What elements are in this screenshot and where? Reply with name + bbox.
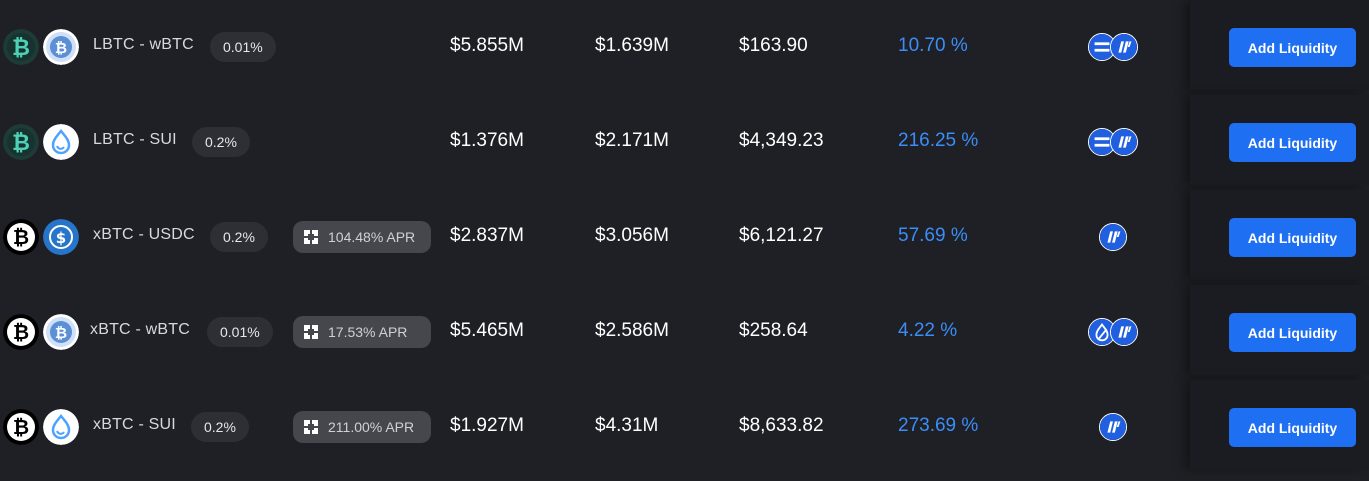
usdc-icon: $ (43, 219, 79, 255)
sui-icon (43, 409, 79, 445)
incentive-apr-badge[interactable]: 17.53% APR (293, 316, 431, 348)
fees-value: $258.64 (739, 320, 808, 341)
xbtc-icon: ₿ (3, 219, 39, 255)
fee-tier-badge: 0.2% (210, 222, 268, 252)
fee-tier-badge: 0.01% (210, 32, 276, 62)
table-row[interactable]: ₿ ₿ LBTC - wBTC 0.01% $5.855M $1.639M $1… (0, 0, 1369, 95)
pair-name: LBTC - SUI (93, 131, 177, 148)
table-row[interactable]: ₿ ₿ xBTC - wBTC 0.01% 17.53% APR $5.465M… (0, 285, 1369, 380)
tvl-value: $5.855M (450, 35, 524, 56)
apr-value: 216.25 % (898, 130, 979, 151)
svg-text:₿: ₿ (13, 225, 29, 249)
svg-text:₿: ₿ (12, 131, 30, 156)
svg-text:₿: ₿ (12, 36, 30, 61)
pair-name: xBTC - SUI (93, 416, 176, 433)
volume-value: $2.586M (595, 320, 669, 341)
svg-text:₿: ₿ (13, 415, 29, 439)
apr-value: 4.22 % (898, 320, 958, 341)
incentive-apr-badge[interactable]: 104.48% APR (293, 221, 431, 253)
table-row[interactable]: ₿ xBTC - SUI 0.2% 211.00% APR $1.927M $4… (0, 380, 1369, 475)
liquidity-pools-table: ₿ ₿ LBTC - wBTC 0.01% $5.855M $1.639M $1… (0, 0, 1369, 481)
momentum-protocol-icon (1110, 33, 1138, 61)
pair-name: xBTC - wBTC (90, 321, 190, 338)
add-liquidity-button[interactable]: Add Liquidity (1229, 218, 1356, 257)
lbtc-icon: ₿ (3, 29, 39, 65)
volume-value: $3.056M (595, 225, 669, 246)
volume-value: $1.639M (595, 35, 669, 56)
apr-value: 10.70 % (898, 35, 968, 56)
fees-value: $8,633.82 (739, 415, 824, 436)
lbtc-icon: ₿ (3, 124, 39, 160)
incentive-icon (304, 230, 318, 244)
svg-text:₿: ₿ (13, 320, 29, 344)
incentive-icon (304, 325, 318, 339)
wbtc-icon: ₿ (43, 29, 79, 65)
add-liquidity-button[interactable]: Add Liquidity (1229, 28, 1356, 67)
incentive-apr-badge[interactable]: 211.00% APR (293, 411, 431, 443)
fee-tier-badge: 0.2% (191, 412, 249, 442)
momentum-protocol-icon (1099, 223, 1127, 251)
table-row[interactable]: ₿ $ xBTC - USDC 0.2% 104.48% APR $2.837M… (0, 190, 1369, 285)
fees-value: $6,121.27 (739, 225, 824, 246)
incentive-apr-text: 17.53% APR (328, 324, 408, 340)
table-row[interactable]: ₿ LBTC - SUI 0.2% $1.376M $2.171M $4,349… (0, 95, 1369, 190)
volume-value: $4.31M (595, 415, 659, 436)
add-liquidity-button[interactable]: Add Liquidity (1229, 408, 1356, 447)
fees-value: $163.90 (739, 35, 808, 56)
tvl-value: $1.927M (450, 415, 524, 436)
fee-tier-badge: 0.2% (192, 127, 250, 157)
sui-icon (43, 124, 79, 160)
tvl-value: $5.465M (450, 320, 524, 341)
tvl-value: $1.376M (450, 130, 524, 151)
volume-value: $2.171M (595, 130, 669, 151)
apr-value: 57.69 % (898, 225, 968, 246)
fees-value: $4,349.23 (739, 130, 824, 151)
incentive-icon (304, 420, 318, 434)
pair-name: xBTC - USDC (93, 226, 195, 243)
xbtc-icon: ₿ (3, 409, 39, 445)
incentive-apr-text: 104.48% APR (328, 229, 416, 245)
svg-text:$: $ (56, 229, 66, 247)
tvl-value: $2.837M (450, 225, 524, 246)
svg-text:₿: ₿ (55, 324, 67, 342)
pair-name: LBTC - wBTC (93, 36, 194, 53)
fee-tier-badge: 0.01% (207, 317, 273, 347)
momentum-protocol-icon (1110, 128, 1138, 156)
momentum-protocol-icon (1110, 318, 1138, 346)
add-liquidity-button[interactable]: Add Liquidity (1229, 313, 1356, 352)
add-liquidity-button[interactable]: Add Liquidity (1229, 123, 1356, 162)
xbtc-icon: ₿ (3, 314, 39, 350)
apr-value: 273.69 % (898, 415, 979, 436)
wbtc-icon: ₿ (43, 314, 79, 350)
incentive-apr-text: 211.00% APR (328, 419, 415, 435)
svg-text:₿: ₿ (55, 39, 67, 57)
momentum-protocol-icon (1099, 413, 1127, 441)
